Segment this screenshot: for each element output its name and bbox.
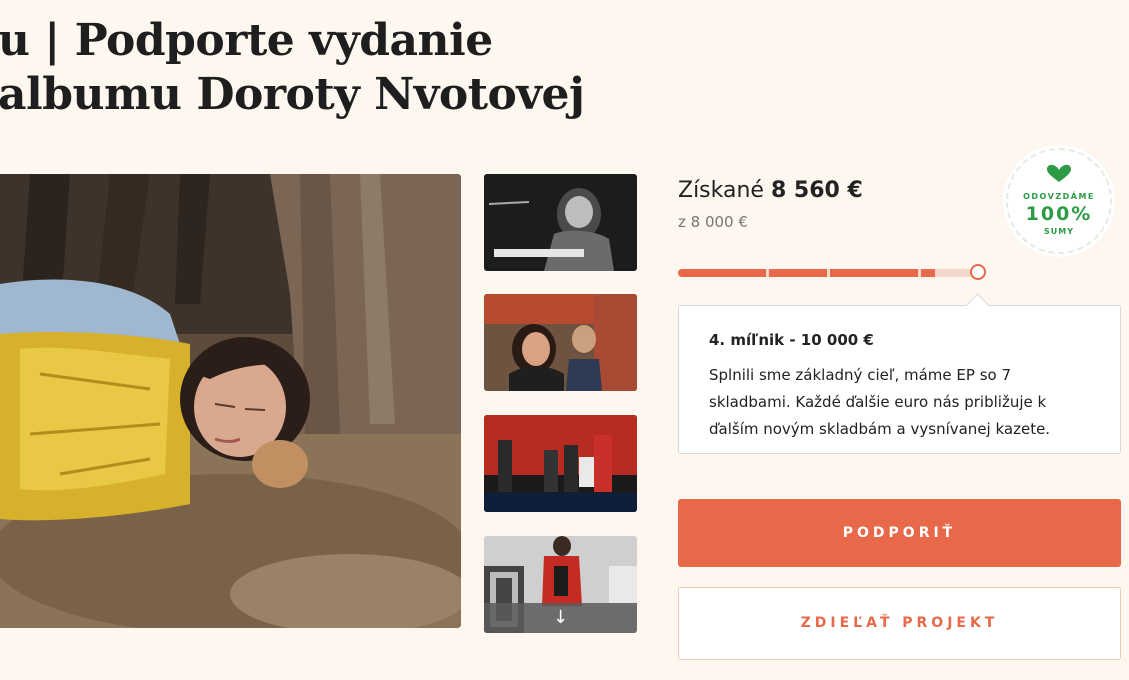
tooltip-caret	[965, 293, 990, 318]
main-project-image[interactable]	[0, 174, 461, 628]
badge-line-2: 100%	[1025, 203, 1093, 225]
milestone-title: 4. míľnik - 10 000 €	[709, 331, 874, 349]
donation-guarantee-badge: ODOVZDÁME 100% SUMY	[1006, 148, 1112, 254]
raised-amount: Získané 8 560 €	[678, 178, 863, 203]
heart-hand-icon	[1047, 164, 1071, 182]
progress-segment-3	[830, 269, 918, 277]
progress-segment-2	[769, 269, 827, 277]
support-button[interactable]: PODPORIŤ	[678, 499, 1121, 567]
gallery-thumbnail-4[interactable]: ↓	[484, 536, 637, 633]
gallery-thumbnail-2[interactable]	[484, 294, 637, 391]
thumbnail-1-image	[484, 174, 637, 271]
thumbnail-2-image	[484, 294, 637, 391]
milestone-marker[interactable]	[970, 264, 986, 280]
gallery-more-arrow-icon[interactable]: ↓	[484, 603, 637, 633]
gallery-thumbnail-3[interactable]	[484, 415, 637, 512]
thumbnail-3-image	[484, 415, 637, 512]
funding-goal: z 8 000 €	[678, 213, 748, 231]
badge-line-1: ODOVZDÁME	[1023, 192, 1095, 201]
milestone-description: Splnili sme základný cieľ, máme EP so 7 …	[709, 366, 1051, 438]
share-project-button[interactable]: ZDIEĽAŤ PROJEKT	[678, 587, 1121, 660]
project-title-line-1: u | Podporte vydanie	[0, 15, 493, 66]
milestone-tooltip: 4. míľnik - 10 000 € Splnili sme základn…	[678, 293, 1121, 454]
badge-line-3: SUMY	[1043, 227, 1074, 236]
main-image-illustration	[0, 174, 461, 628]
project-title-line-2: albumu Doroty Nvotovej	[0, 69, 585, 120]
raised-label-text: Získané	[678, 178, 764, 203]
progress-segment-1	[678, 269, 766, 277]
funding-progress-bar	[678, 266, 980, 278]
gallery-thumbnail-1[interactable]	[484, 174, 637, 271]
progress-segment-4	[921, 269, 935, 277]
raised-amount-value: 8 560 €	[770, 178, 863, 203]
project-title: u | Podporte vydanie albumu Doroty Nvoto…	[0, 14, 638, 122]
